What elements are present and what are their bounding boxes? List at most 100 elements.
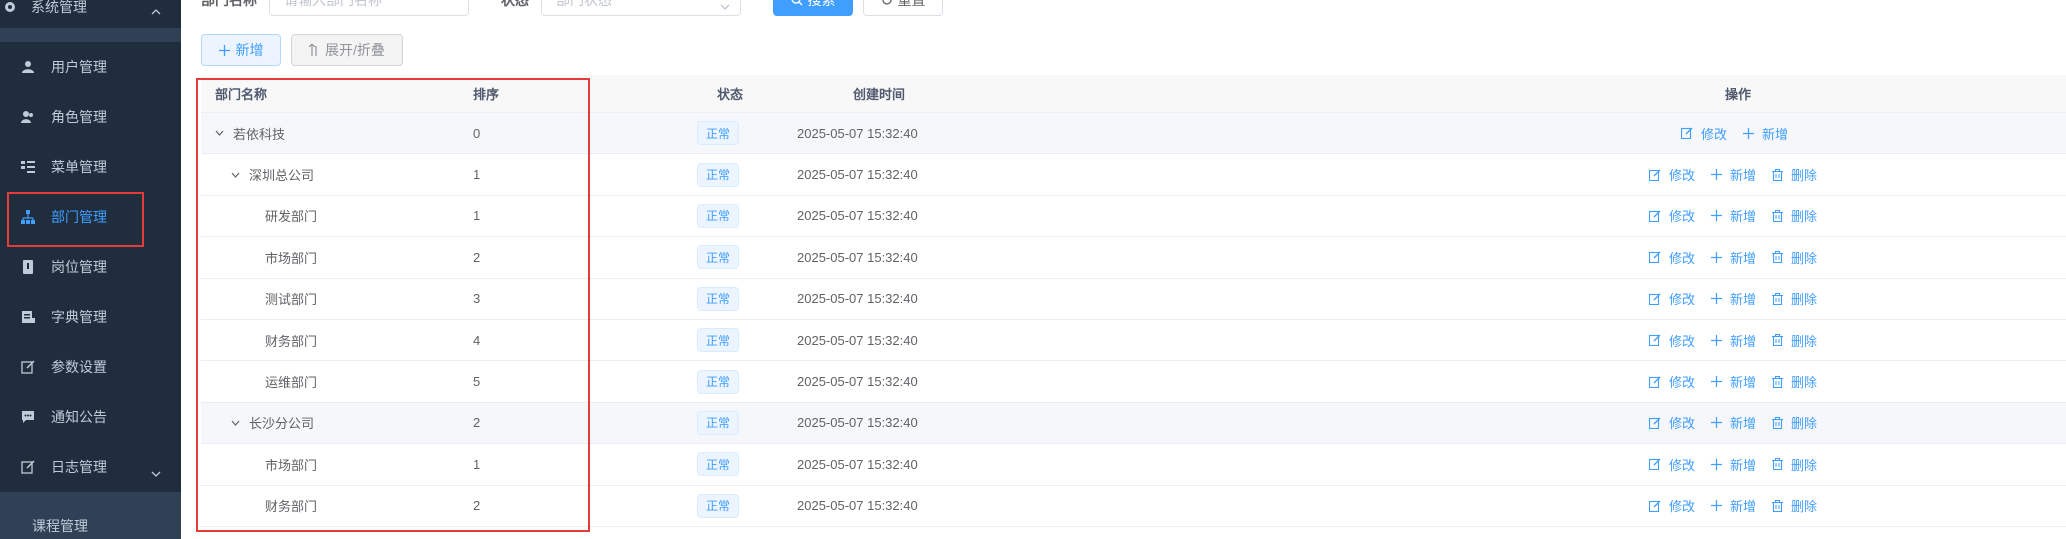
cell-create-time: 2025-05-07 15:32:40 (797, 291, 918, 307)
cell-status: 正常 (697, 320, 740, 360)
status-select[interactable]: 部门状态 (541, 0, 741, 16)
highlight-box-table (196, 78, 590, 532)
expand-collapse-button[interactable]: 展开/折叠 (291, 34, 403, 66)
add-child-button[interactable]: 新增 (1711, 413, 1756, 432)
plus-icon (1711, 210, 1726, 222)
cell-status: 正常 (697, 237, 740, 277)
add-child-button[interactable]: 新增 (1711, 372, 1756, 391)
sidebar-item-posts[interactable]: 岗位管理 (0, 242, 181, 292)
delete-button[interactable]: 删除 (1772, 372, 1817, 391)
add-child-button-label: 新增 (1730, 292, 1757, 308)
plus-icon (1711, 417, 1726, 429)
add-child-button-label: 新增 (1730, 416, 1757, 432)
edit-button[interactable]: 修改 (1649, 165, 1695, 184)
edit-button[interactable]: 修改 (1681, 124, 1727, 143)
edit-button[interactable]: 修改 (1649, 455, 1695, 474)
trash-icon (1772, 499, 1787, 512)
cell-ops: 修改 新增 删除 (1649, 279, 1833, 319)
peoples-icon (20, 110, 35, 125)
delete-button[interactable]: 删除 (1772, 496, 1817, 515)
edit-button[interactable]: 修改 (1649, 248, 1695, 267)
delete-button[interactable]: 删除 (1772, 413, 1817, 432)
trash-icon (1772, 334, 1787, 347)
sidebar-item-courses[interactable]: 课程管理 (0, 505, 181, 539)
sidebar-item-users[interactable]: 用户管理 (0, 42, 181, 92)
add-child-button-label: 新增 (1762, 126, 1789, 142)
add-child-button[interactable]: 新增 (1711, 165, 1756, 184)
sidebar-item-logs[interactable]: 日志管理 (0, 442, 181, 492)
plus-icon (1711, 293, 1726, 305)
delete-button[interactable]: 删除 (1772, 289, 1817, 308)
status-badge: 正常 (697, 328, 740, 353)
status-badge: 正常 (697, 369, 740, 394)
message-icon (20, 410, 35, 425)
cell-create-time: 2025-05-07 15:32:40 (797, 249, 918, 265)
refresh-icon (881, 0, 893, 6)
status-badge: 正常 (697, 410, 740, 435)
add-dept-button[interactable]: 新增 (201, 34, 281, 66)
add-child-button[interactable]: 新增 (1711, 206, 1756, 225)
sidebar-item-menus[interactable]: 菜单管理 (0, 142, 181, 192)
cell-status: 正常 (697, 444, 740, 484)
delete-button-label: 删除 (1791, 250, 1818, 266)
delete-button[interactable]: 删除 (1772, 165, 1817, 184)
search-button[interactable]: 搜索 (773, 0, 853, 16)
sidebar-group-system[interactable]: 系统管理 (0, 0, 181, 28)
sidebar-item-label: 日志管理 (51, 459, 107, 475)
add-child-button-label: 新增 (1730, 457, 1757, 473)
sidebar-item-params[interactable]: 参数设置 (0, 342, 181, 392)
edit-button-label: 修改 (1669, 292, 1696, 308)
delete-button[interactable]: 删除 (1772, 331, 1817, 350)
plus-icon (1743, 127, 1758, 139)
delete-button-label: 删除 (1791, 292, 1818, 308)
add-child-button[interactable]: 新增 (1711, 496, 1756, 515)
edit-button[interactable]: 修改 (1649, 331, 1695, 350)
delete-button[interactable]: 删除 (1772, 248, 1817, 267)
edit-button[interactable]: 修改 (1649, 372, 1695, 391)
edit-button-label: 修改 (1669, 375, 1696, 391)
add-child-button[interactable]: 新增 (1711, 331, 1756, 350)
add-child-button[interactable]: 新增 (1711, 455, 1756, 474)
edit-icon (1681, 127, 1697, 140)
cell-create-time: 2025-05-07 15:32:40 (797, 167, 918, 183)
cell-ops: 修改 新增 删除 (1649, 403, 1833, 443)
edit-button[interactable]: 修改 (1649, 413, 1695, 432)
add-child-button[interactable]: 新增 (1711, 248, 1756, 267)
add-dept-button-label: 新增 (235, 42, 264, 58)
sidebar-item-roles[interactable]: 角色管理 (0, 92, 181, 142)
edit-button[interactable]: 修改 (1649, 496, 1695, 515)
search-button-label: 搜索 (807, 0, 836, 8)
edit-button-label: 修改 (1669, 457, 1696, 473)
reset-button-label: 重置 (897, 0, 926, 8)
gear-icon (3, 0, 17, 14)
edit-button[interactable]: 修改 (1649, 289, 1695, 308)
add-child-button-label: 新增 (1730, 209, 1757, 225)
add-child-button-label: 新增 (1730, 375, 1757, 391)
edit-button-label: 修改 (1669, 499, 1696, 515)
header-time: 创建时间 (853, 87, 906, 102)
sidebar-submenu: 用户管理 角色管理 菜单管理 部门管理 岗位管理 字典管理 参数设置 通知公告 (0, 42, 181, 492)
trash-icon (1772, 375, 1787, 388)
add-child-button-label: 新增 (1730, 168, 1757, 184)
cell-status: 正常 (697, 361, 740, 401)
cell-ops: 修改 新增 删除 (1649, 486, 1833, 526)
status-badge: 正常 (697, 286, 740, 311)
toolbar: 新增 展开/折叠 (201, 34, 403, 66)
add-child-button[interactable]: 新增 (1743, 124, 1788, 143)
reset-button[interactable]: 重置 (863, 0, 943, 16)
sidebar-item-label: 用户管理 (51, 59, 107, 75)
delete-button[interactable]: 删除 (1772, 455, 1817, 474)
delete-button[interactable]: 删除 (1772, 206, 1817, 225)
plus-icon (1711, 500, 1726, 512)
user-icon (20, 60, 35, 75)
edit-button[interactable]: 修改 (1649, 206, 1695, 225)
sidebar-item-dicts[interactable]: 字典管理 (0, 292, 181, 342)
dept-name-input[interactable]: 请输入部门名称 (269, 0, 469, 16)
sidebar-item-label: 字典管理 (51, 309, 107, 325)
sidebar-item-notices[interactable]: 通知公告 (0, 392, 181, 442)
trash-icon (1772, 209, 1787, 222)
add-child-button[interactable]: 新增 (1711, 289, 1756, 308)
search-form: 部门名称 请输入部门名称 状态 部门状态 搜索 重置 (201, 0, 943, 16)
chevron-up-icon (151, 2, 161, 18)
status-select-placeholder: 部门状态 (556, 0, 612, 8)
